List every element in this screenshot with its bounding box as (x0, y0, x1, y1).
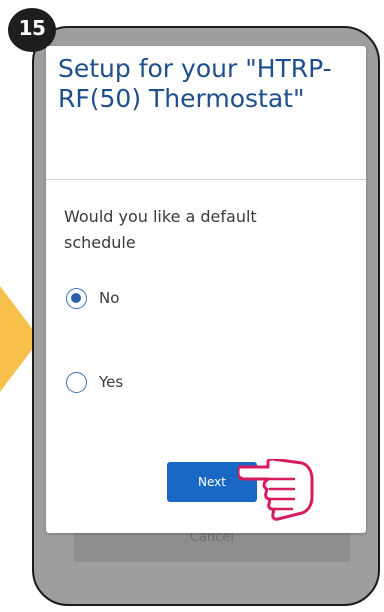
option-yes-label[interactable]: Yes (99, 373, 123, 391)
radio-unchecked-icon[interactable] (66, 371, 87, 393)
dialog-divider (46, 179, 366, 180)
option-no-label[interactable]: No (99, 289, 119, 307)
pointing-hand-icon (238, 459, 314, 521)
option-yes[interactable]: Yes (66, 370, 123, 394)
dialog-title: Setup for your "HTRP-RF(50) Thermostat" (58, 54, 332, 113)
setup-dialog: Setup for your "HTRP-RF(50) Thermostat" … (46, 46, 366, 533)
option-no[interactable]: No (66, 286, 119, 310)
schedule-question: Would you like a default schedule (64, 207, 257, 252)
instruction-stage: Cancel 15 Setup for your "HTRP-RF(50) Th… (0, 0, 384, 612)
radio-checked-icon[interactable] (66, 287, 87, 309)
